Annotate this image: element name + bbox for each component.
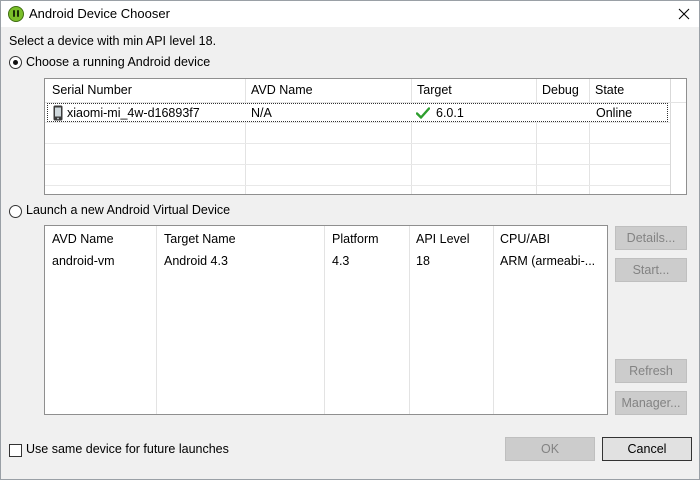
avd-cpu-abi: ARM (armeabi-...: [500, 254, 596, 268]
column-header-avd-name[interactable]: AVD Name: [52, 232, 114, 246]
phone-icon: [53, 105, 63, 121]
close-icon: [678, 8, 690, 20]
running-device-radio[interactable]: [9, 56, 22, 69]
device-state: Online: [596, 106, 633, 120]
ok-button[interactable]: OK: [505, 437, 595, 461]
manager-button[interactable]: Manager...: [615, 391, 687, 415]
avd-target-name: Android 4.3: [164, 254, 228, 268]
details-button[interactable]: Details...: [615, 226, 687, 250]
same-device-checkbox[interactable]: [9, 444, 22, 457]
close-button[interactable]: [669, 1, 699, 27]
running-device-radio-label[interactable]: Choose a running Android device: [26, 55, 210, 69]
running-devices-table[interactable]: Serial Number AVD Name Target Debug Stat…: [44, 78, 687, 195]
column-header-api-level[interactable]: API Level: [416, 232, 470, 246]
avd-api-level: 18: [416, 254, 430, 268]
avd-name: android-vm: [52, 254, 115, 268]
android-app-icon: [8, 6, 24, 22]
instruction-text: Select a device with min API level 18.: [9, 34, 217, 48]
column-header-target[interactable]: Target: [417, 83, 452, 97]
avd-platform: 4.3: [332, 254, 350, 268]
column-header-avd-name[interactable]: AVD Name: [251, 83, 313, 97]
column-header-target-name[interactable]: Target Name: [164, 232, 236, 246]
column-header-state[interactable]: State: [595, 83, 624, 97]
same-device-checkbox-label[interactable]: Use same device for future launches: [26, 442, 229, 456]
window-title: Android Device Chooser: [29, 6, 170, 21]
device-serial: xiaomi-mi_4w-d16893f7: [67, 106, 200, 120]
start-button[interactable]: Start...: [615, 258, 687, 282]
device-avd-name: N/A: [251, 106, 272, 120]
virtual-device-radio-label[interactable]: Launch a new Android Virtual Device: [26, 203, 230, 217]
checkmark-icon: [416, 107, 430, 119]
table-row[interactable]: android-vm Android 4.3 4.3 18 ARM (armea…: [45, 252, 607, 272]
column-header-platform[interactable]: Platform: [332, 232, 379, 246]
column-header-cpu-abi[interactable]: CPU/ABI: [500, 232, 550, 246]
cancel-button[interactable]: Cancel: [602, 437, 692, 461]
virtual-device-radio[interactable]: [9, 205, 22, 218]
virtual-devices-table[interactable]: AVD Name Target Name Platform API Level …: [44, 225, 608, 415]
android-device-chooser-window: Android Device Chooser Select a device w…: [0, 0, 700, 480]
title-bar: Android Device Chooser: [1, 1, 699, 27]
column-header-debug[interactable]: Debug: [542, 83, 579, 97]
refresh-button[interactable]: Refresh: [615, 359, 687, 383]
column-header-serial-number[interactable]: Serial Number: [52, 83, 132, 97]
device-target: 6.0.1: [436, 106, 464, 120]
table-row[interactable]: xiaomi-mi_4w-d16893f7 N/A 6.0.1 Online: [47, 103, 668, 122]
